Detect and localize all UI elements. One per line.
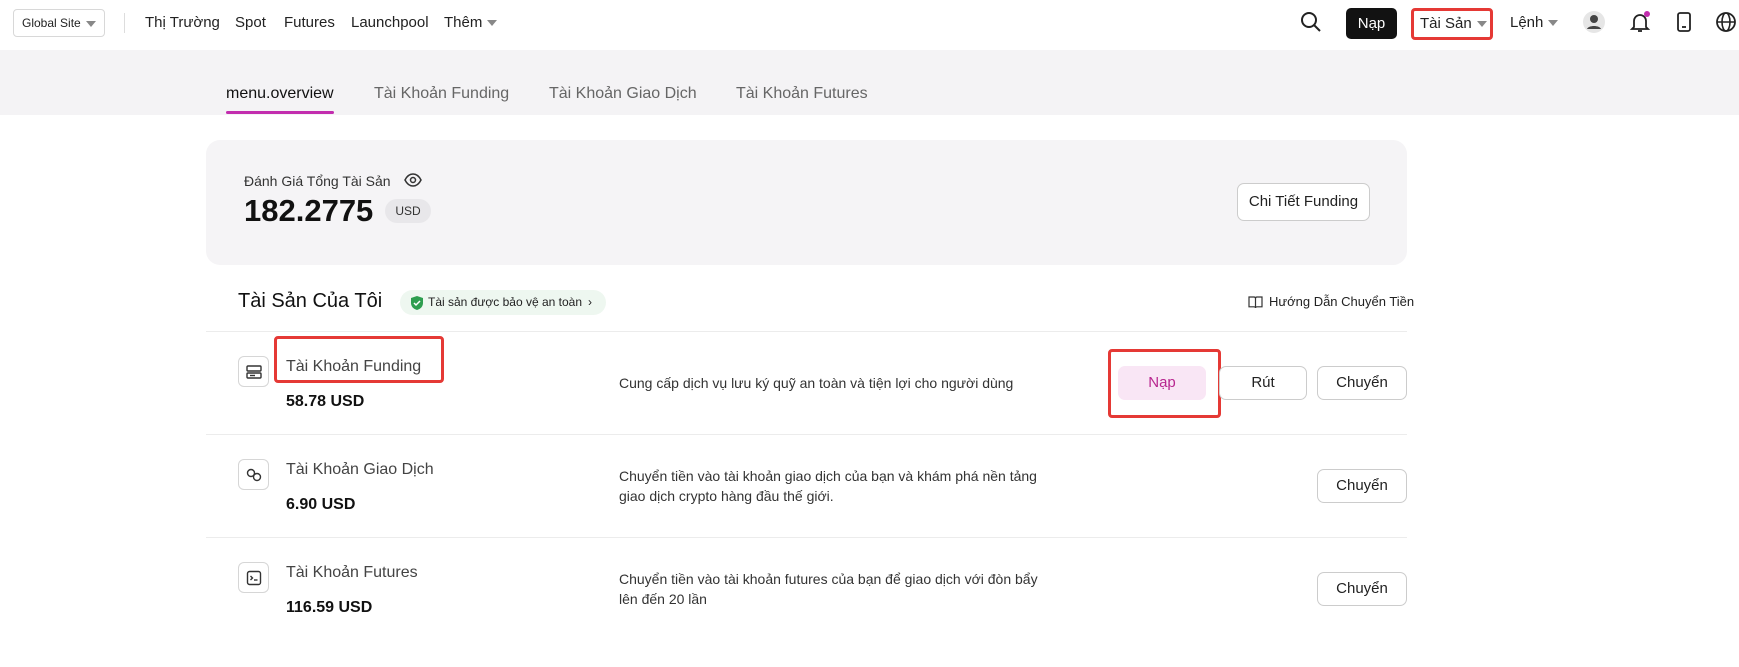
shield-icon [411,295,423,310]
nav-more-label: Thêm [444,14,483,31]
globe-icon[interactable] [1714,10,1739,36]
chevron-down-icon [487,20,498,27]
divider [206,537,1407,538]
tab-overview[interactable]: menu.overview [226,85,334,103]
safe-assets-badge[interactable]: Tài sản được bảo vệ an toàn › [400,290,606,315]
tab-futures[interactable]: Tài Khoản Futures [736,85,868,103]
trading-account-name[interactable]: Tài Khoản Giao Dịch [286,461,434,479]
nav-more[interactable]: Thêm [444,14,498,31]
tab-funding[interactable]: Tài Khoản Funding [374,85,509,103]
avatar-icon[interactable] [1582,10,1608,36]
assets-menu-label: Tài Sản [1420,15,1472,32]
safe-badge-label: Tài sản được bảo vệ an toàn [428,295,582,309]
orders-menu[interactable]: Lệnh [1510,14,1559,31]
chevron-down-icon [1476,21,1487,28]
futures-transfer-button[interactable]: Chuyển [1317,572,1407,606]
deposit-button[interactable]: Nạp [1346,8,1397,39]
futures-terminal-icon [238,562,269,593]
site-selector-label: Global Site [22,16,81,30]
transfer-guide-label: Hướng Dẫn Chuyển Tiền [1269,294,1415,309]
assets-menu[interactable]: Tài Sản [1411,8,1493,40]
chevron-down-icon [1548,20,1559,27]
top-navbar: Global Site Thị Trường Spot Futures Laun… [0,0,1739,50]
currency-selector[interactable]: USD [385,199,431,223]
funding-detail-button[interactable]: Chi Tiết Funding [1237,183,1370,221]
funding-account-description: Cung cấp dịch vụ lưu ký quỹ an toàn và t… [619,375,1014,391]
bell-icon[interactable] [1628,10,1654,36]
search-icon[interactable] [1299,10,1325,36]
book-icon [1248,296,1263,309]
orders-menu-label: Lệnh [1510,14,1544,31]
eye-icon[interactable] [404,172,422,188]
total-assets-value: 182.2775 [244,193,374,228]
chevron-right-icon: › [588,295,592,309]
trading-account-description: Chuyển tiền vào tài khoản giao dịch của … [619,468,1037,504]
futures-account-description: Chuyển tiền vào tài khoản futures của bạ… [619,571,1038,607]
nav-divider [124,13,125,33]
futures-account-name[interactable]: Tài Khoản Futures [286,564,418,582]
funding-account-value: 58.78 USD [286,393,365,410]
divider [206,434,1407,435]
nav-launchpool[interactable]: Launchpool [351,14,429,31]
nav-futures[interactable]: Futures [284,14,335,31]
server-icon [238,356,269,387]
funding-withdraw-button[interactable]: Rút [1219,366,1307,400]
nav-spot[interactable]: Spot [235,14,266,31]
active-tab-indicator [226,111,334,114]
mobile-app-icon[interactable] [1672,10,1698,36]
futures-account-value: 116.59 USD [286,599,373,616]
tab-trading[interactable]: Tài Khoản Giao Dịch [549,85,697,103]
divider [206,331,1407,332]
account-tabs-bar [0,50,1739,115]
trading-account-value: 6.90 USD [286,496,356,513]
chevron-down-icon [85,20,96,27]
transfer-guide-link[interactable]: Hướng Dẫn Chuyển Tiền [1248,294,1414,309]
site-selector[interactable]: Global Site [13,9,105,37]
highlight-box [1108,349,1221,418]
total-assets-card [206,140,1407,265]
total-assets-label: Đánh Giá Tổng Tài Sản [244,173,391,189]
exchange-icon [238,459,269,490]
trading-transfer-button[interactable]: Chuyển [1317,469,1407,503]
nav-markets[interactable]: Thị Trường [145,14,220,31]
my-assets-title: Tài Sản Của Tôi [238,290,383,312]
highlight-box [274,336,444,383]
funding-transfer-button[interactable]: Chuyển [1317,366,1407,400]
